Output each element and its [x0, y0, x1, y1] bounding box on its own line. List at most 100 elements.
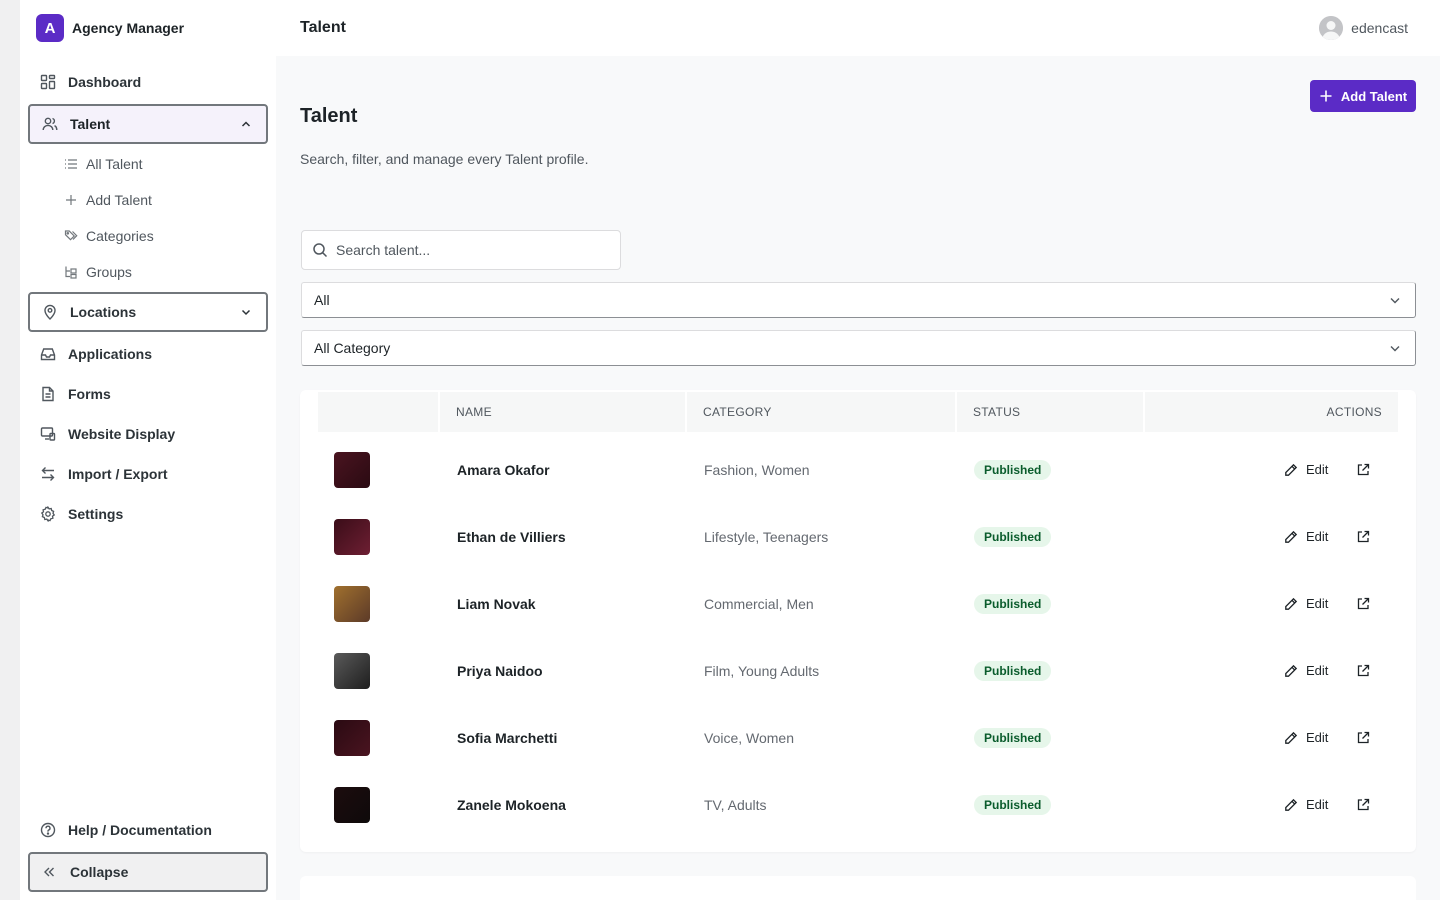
- category-filter-select[interactable]: All Category: [301, 330, 1416, 366]
- column-header-name[interactable]: NAME: [440, 392, 685, 432]
- external-link-icon[interactable]: [1356, 731, 1370, 745]
- page-description: Search, filter, and manage every Talent …: [300, 151, 589, 167]
- edit-button[interactable]: Edit: [1284, 462, 1328, 477]
- edit-button[interactable]: Edit: [1284, 663, 1328, 678]
- sidebar-item-label: Website Display: [68, 426, 176, 442]
- chevrons-left-icon: [44, 867, 54, 877]
- main-content: Talent Search, filter, and manage every …: [276, 56, 1440, 900]
- top-bar: Talent edencast: [276, 0, 1440, 56]
- table-row[interactable]: Priya Naidoo Film, Young Adults Publishe…: [318, 637, 1398, 704]
- search-input[interactable]: [336, 242, 606, 258]
- talent-thumbnail[interactable]: [334, 719, 370, 756]
- brand-logo: A: [36, 14, 64, 42]
- talent-thumbnail[interactable]: [334, 652, 370, 689]
- table-row[interactable]: Ethan de Villiers Lifestyle, Teenagers P…: [318, 503, 1398, 570]
- pencil-icon: [1285, 597, 1298, 610]
- table-row[interactable]: Zanele Mokoena TV, Adults Published Edit: [318, 771, 1398, 838]
- sidebar-item-website-display[interactable]: Website Display: [28, 414, 268, 454]
- user-menu[interactable]: edencast: [1319, 16, 1408, 40]
- sidebar-item-import-export[interactable]: Import / Export: [28, 454, 268, 494]
- edit-label: Edit: [1306, 462, 1329, 477]
- edit-label: Edit: [1306, 797, 1329, 812]
- help-label: Help / Documentation: [68, 822, 212, 838]
- pencil-icon: [1285, 463, 1298, 476]
- plus-icon: [1320, 90, 1332, 102]
- add-talent-button[interactable]: Add Talent: [1310, 80, 1416, 112]
- plus-icon: [66, 195, 76, 205]
- inbox-icon: [40, 348, 56, 361]
- sidebar-item-talent[interactable]: Talent: [28, 104, 268, 144]
- talent-name[interactable]: Liam Novak: [457, 596, 536, 612]
- sidebar-subitem-label: Groups: [86, 264, 132, 280]
- talent-thumbnail[interactable]: [334, 451, 370, 488]
- help-documentation-link[interactable]: Help / Documentation: [28, 810, 212, 850]
- external-link-icon[interactable]: [1356, 463, 1370, 477]
- external-link-icon[interactable]: [1356, 597, 1370, 611]
- status-filter-value: All: [314, 292, 330, 308]
- sidebar-subitem-label: Add Talent: [86, 192, 152, 208]
- sidebar-subitem-add-talent[interactable]: Add Talent: [64, 188, 152, 212]
- map-pin-icon: [44, 304, 56, 320]
- collapse-button[interactable]: Collapse: [28, 852, 268, 892]
- category-filter-value: All Category: [314, 340, 391, 356]
- grid-icon: [40, 74, 56, 90]
- sidebar-item-label: Talent: [70, 116, 111, 132]
- table-header: NAME CATEGORY STATUS ACTIONS: [318, 392, 1398, 432]
- status-badge: Published: [974, 526, 1052, 547]
- talent-name[interactable]: Priya Naidoo: [457, 663, 543, 679]
- sidebar-item-dashboard[interactable]: Dashboard: [28, 62, 268, 102]
- search-box[interactable]: [301, 230, 621, 270]
- users-icon: [42, 117, 58, 131]
- column-header-thumbnail: [318, 392, 438, 432]
- talent-thumbnail[interactable]: [334, 786, 370, 823]
- avatar: [1319, 16, 1344, 40]
- edit-button[interactable]: Edit: [1284, 529, 1328, 544]
- status-badge: Published: [974, 794, 1052, 815]
- sidebar-item-label: Forms: [68, 386, 111, 402]
- talent-category: Commercial, Men: [704, 595, 814, 612]
- sidebar-item-applications[interactable]: Applications: [28, 334, 268, 374]
- collapse-label: Collapse: [70, 864, 129, 880]
- user-silhouette-icon: [1319, 16, 1344, 40]
- sidebar-subitem-label: All Talent: [86, 156, 143, 172]
- table-row[interactable]: Liam Novak Commercial, Men Published Edi…: [318, 570, 1398, 637]
- edit-label: Edit: [1306, 730, 1329, 745]
- talent-category: Voice, Women: [704, 729, 795, 746]
- talent-name[interactable]: Ethan de Villiers: [457, 529, 566, 545]
- talent-thumbnail[interactable]: [334, 585, 370, 622]
- table-row[interactable]: Amara Okafor Fashion, Women Published Ed…: [318, 436, 1398, 503]
- sidebar-item-settings[interactable]: Settings: [28, 494, 268, 534]
- external-link-icon[interactable]: [1356, 530, 1370, 544]
- edit-button[interactable]: Edit: [1284, 797, 1328, 812]
- edit-label: Edit: [1306, 663, 1329, 678]
- sidebar: A Agency Manager Dashboard Talent All Ta…: [20, 0, 276, 900]
- sidebar-item-forms[interactable]: Forms: [28, 374, 268, 414]
- list-icon: [65, 159, 77, 169]
- brand-name: Agency Manager: [72, 20, 185, 36]
- sidebar-item-locations[interactable]: Locations: [28, 292, 268, 332]
- table-row[interactable]: Sofia Marchetti Voice, Women Published E…: [318, 704, 1398, 771]
- external-link-icon[interactable]: [1356, 798, 1370, 812]
- sidebar-subitem-all-talent[interactable]: All Talent: [64, 152, 143, 176]
- status-filter-select[interactable]: All: [301, 282, 1416, 318]
- brand[interactable]: A Agency Manager: [36, 14, 184, 42]
- chevron-down-icon: [1390, 346, 1400, 352]
- status-badge: Published: [974, 593, 1052, 614]
- column-header-status[interactable]: STATUS: [957, 392, 1143, 432]
- secondary-card: [300, 876, 1416, 900]
- column-header-category[interactable]: CATEGORY: [687, 392, 955, 432]
- topbar-title: Talent: [300, 19, 346, 36]
- column-header-actions: ACTIONS: [1145, 392, 1398, 432]
- edit-button[interactable]: Edit: [1284, 730, 1328, 745]
- talent-name[interactable]: Zanele Mokoena: [457, 797, 566, 813]
- talent-category: Fashion, Women: [704, 461, 810, 478]
- talent-name[interactable]: Amara Okafor: [457, 462, 550, 478]
- tree-icon: [65, 266, 77, 279]
- talent-thumbnail[interactable]: [334, 518, 370, 555]
- external-link-icon[interactable]: [1356, 664, 1370, 678]
- add-talent-label: Add Talent: [1340, 88, 1408, 104]
- sidebar-subitem-categories[interactable]: Categories: [64, 224, 154, 248]
- edit-button[interactable]: Edit: [1284, 596, 1328, 611]
- talent-name[interactable]: Sofia Marchetti: [457, 730, 557, 746]
- sidebar-subitem-groups[interactable]: Groups: [64, 260, 132, 284]
